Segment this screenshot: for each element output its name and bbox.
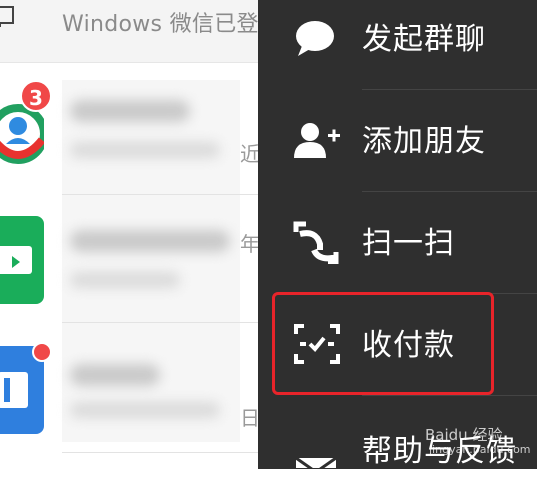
menu-item-scan[interactable]: 扫一扫 (258, 192, 537, 294)
plus-dropdown-menu: 发起群聊 添加朋友 扫一扫 收付款 帮助与反馈 (258, 0, 537, 469)
menu-item-label: 发起群聊 (362, 22, 486, 57)
menu-item-label: 添加朋友 (362, 124, 486, 159)
chat-time-partial: 年 (240, 232, 260, 256)
list-divider (62, 194, 258, 195)
add-friend-icon (294, 123, 340, 158)
unread-badge: 3 (20, 80, 52, 112)
chat-avatar-2[interactable] (0, 216, 44, 304)
baidu-watermark: Baidu 经验 jingyan.baidu.com (425, 424, 531, 456)
highlight-box (272, 292, 494, 395)
watermark-text: Baidu 经验 (425, 426, 503, 444)
list-divider (62, 452, 258, 453)
menu-item-label: 扫一扫 (362, 226, 455, 261)
watermark-url: jingyan.baidu.com (429, 443, 531, 456)
list-divider (62, 322, 258, 323)
folder-share-icon (0, 246, 32, 274)
chat-time-partial: 日 (240, 406, 260, 430)
new-message-dot (32, 342, 52, 362)
windows-login-notice: Windows 微信已登 (62, 12, 259, 37)
chat-bubble-icon (296, 21, 334, 56)
blurred-chat-previews (62, 80, 240, 442)
chat-time-partial: 近 (240, 142, 260, 166)
menu-item-group-chat[interactable]: 发起群聊 (258, 0, 537, 90)
scan-icon (293, 221, 339, 264)
computer-icon (0, 6, 14, 27)
menu-item-add-friend[interactable]: 添加朋友 (258, 90, 537, 192)
envelope-icon (295, 456, 337, 468)
